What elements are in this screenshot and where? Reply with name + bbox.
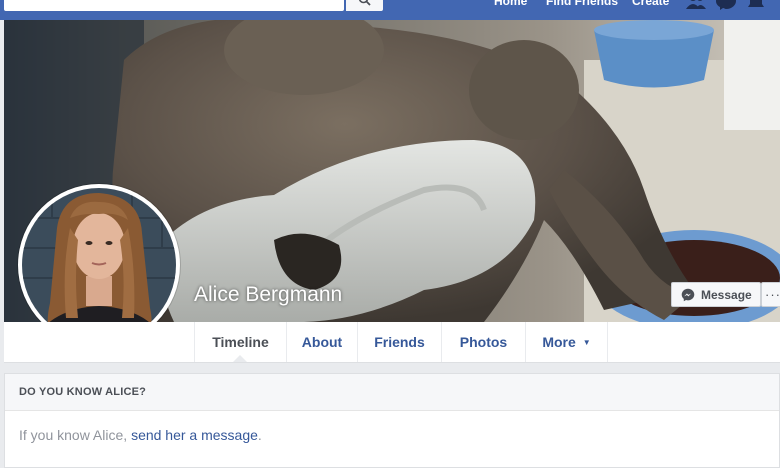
- top-navigation-bar: Home Find Friends Create: [0, 0, 780, 20]
- active-tab-indicator: [233, 355, 247, 362]
- profile-tabs-bar: Timeline About Friends Photos More ▼: [4, 322, 780, 363]
- messenger-icon[interactable]: [716, 0, 736, 10]
- do-you-know-card: DO YOU KNOW ALICE? If you know Alice, se…: [4, 373, 780, 468]
- chevron-down-icon: ▼: [582, 337, 591, 347]
- nav-find-friends-link[interactable]: Find Friends: [546, 0, 618, 8]
- tab-about[interactable]: About: [286, 322, 357, 362]
- card-text-prefix: If you know Alice,: [19, 427, 132, 443]
- card-body: If you know Alice, send her a message.: [5, 411, 779, 443]
- tab-friends-label: Friends: [374, 334, 425, 350]
- tab-more[interactable]: More ▼: [525, 322, 608, 362]
- tab-photos[interactable]: Photos: [441, 322, 525, 362]
- nav-home-link[interactable]: Home: [494, 0, 527, 8]
- search-button[interactable]: [346, 0, 383, 11]
- tab-about-label: About: [301, 334, 343, 350]
- nav-create-link[interactable]: Create: [632, 0, 669, 8]
- messenger-icon: [681, 288, 695, 302]
- message-button-label: Message: [701, 287, 752, 302]
- tab-timeline-label: Timeline: [212, 334, 269, 350]
- search-input[interactable]: [4, 0, 344, 11]
- profile-picture-image: [22, 188, 176, 342]
- search-icon: [358, 0, 371, 6]
- friend-requests-icon[interactable]: [686, 0, 706, 10]
- profile-name[interactable]: Alice Bergmann: [194, 283, 342, 307]
- notifications-icon[interactable]: [746, 0, 766, 10]
- message-button[interactable]: Message: [671, 282, 761, 307]
- profile-more-options-button[interactable]: ···: [761, 282, 780, 307]
- tab-photos-label: Photos: [459, 334, 508, 350]
- tab-friends[interactable]: Friends: [357, 322, 441, 362]
- tab-more-label: More: [542, 334, 576, 350]
- send-message-link[interactable]: send her a message: [131, 427, 258, 443]
- card-text-suffix: .: [257, 427, 262, 443]
- card-header: DO YOU KNOW ALICE?: [5, 374, 779, 411]
